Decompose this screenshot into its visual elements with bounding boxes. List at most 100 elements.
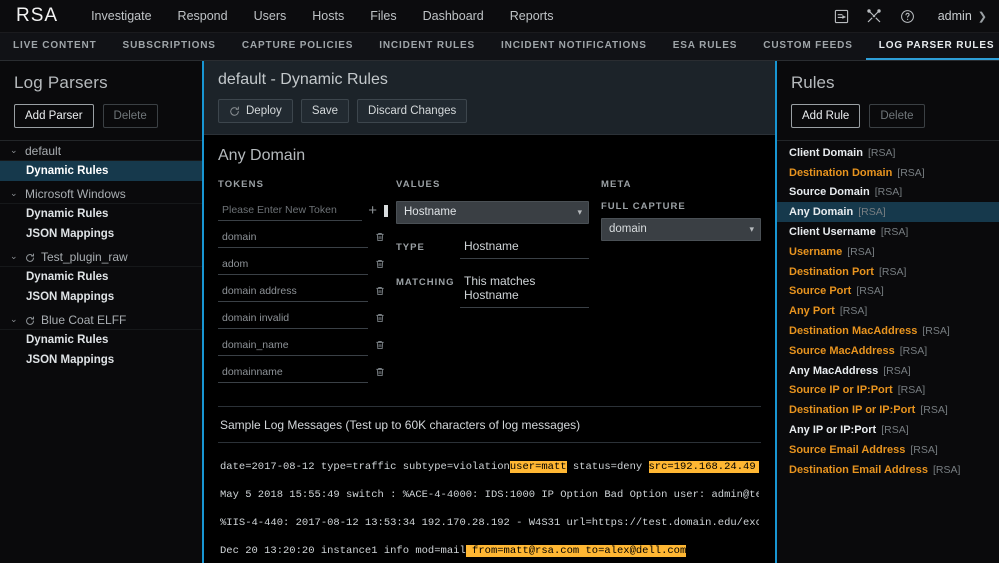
meta-section-label: META <box>601 179 761 190</box>
rule-source-tag: [RSA] <box>898 384 925 396</box>
rule-list-item[interactable]: Destination Port[RSA] <box>777 262 999 282</box>
main-nav: InvestigateRespondUsersHostsFilesDashboa… <box>78 0 566 32</box>
rule-list-item[interactable]: Destination MacAddress[RSA] <box>777 321 999 341</box>
nav-item-reports[interactable]: Reports <box>497 0 567 33</box>
token-input[interactable] <box>218 309 368 329</box>
trash-icon[interactable] <box>374 339 388 353</box>
token-row <box>218 336 388 356</box>
token-input[interactable] <box>218 282 368 302</box>
help-icon[interactable] <box>899 8 916 25</box>
rule-source-tag: [RSA] <box>881 226 908 238</box>
token-input[interactable] <box>218 228 368 248</box>
delete-parser-button[interactable]: Delete <box>103 104 158 128</box>
delete-rule-button[interactable]: Delete <box>869 104 924 128</box>
configure-icon[interactable] <box>866 8 883 25</box>
rule-source-tag: [RSA] <box>847 246 874 258</box>
tab-live-content[interactable]: LIVE CONTENT <box>0 33 110 60</box>
rule-list-item[interactable]: Destination Domain[RSA] <box>777 163 999 183</box>
rule-source-tag: [RSA] <box>858 206 885 218</box>
chevron-down-icon: ▾ <box>749 224 754 235</box>
full-capture-select[interactable]: domain ▾ <box>601 218 761 241</box>
rule-list-item[interactable]: Client Domain[RSA] <box>777 143 999 163</box>
rule-list-item[interactable]: Source Domain[RSA] <box>777 183 999 203</box>
tab-capture-policies[interactable]: CAPTURE POLICIES <box>229 33 366 60</box>
nav-item-dashboard[interactable]: Dashboard <box>410 0 497 33</box>
rule-name: Any IP or IP:Port <box>789 424 876 436</box>
token-row <box>218 363 388 383</box>
deploy-button[interactable]: Deploy <box>218 99 293 123</box>
tab-subscriptions[interactable]: SUBSCRIPTIONS <box>110 33 229 60</box>
token-row <box>218 309 388 329</box>
tasks-icon[interactable] <box>833 8 850 25</box>
matching-value[interactable]: This matches Hostname <box>460 273 589 308</box>
chevron-down-icon: ⌄ <box>10 251 19 262</box>
trash-icon[interactable] <box>374 258 388 272</box>
parser-item-json-mappings[interactable]: JSON Mappings <box>0 350 202 370</box>
page-body: Log Parsers Add Parser Delete ⌄defaultDy… <box>0 61 999 563</box>
rule-list-item[interactable]: Any MacAddress[RSA] <box>777 361 999 381</box>
log-line: Dec 20 13:20:20 instance1 info mod=mail … <box>220 537 759 563</box>
token-input[interactable] <box>218 363 368 383</box>
trash-icon[interactable] <box>374 231 388 245</box>
rule-list-item[interactable]: Source Port[RSA] <box>777 282 999 302</box>
rule-list-item[interactable]: Any Port[RSA] <box>777 301 999 321</box>
tab-incident-notifications[interactable]: INCIDENT NOTIFICATIONS <box>488 33 660 60</box>
rule-list-item[interactable]: Destination IP or IP:Port [RSA] <box>777 400 999 420</box>
user-menu[interactable]: admin ❯ <box>932 9 987 23</box>
rule-list-item[interactable]: Source MacAddress[RSA] <box>777 341 999 361</box>
add-parser-button[interactable]: Add Parser <box>14 104 94 128</box>
rules-actions: Add Rule Delete <box>777 93 999 140</box>
trash-icon[interactable] <box>374 312 388 326</box>
rule-title-bar: Any Domain <box>204 134 775 175</box>
tab-log-parser-rules[interactable]: LOG PARSER RULES <box>866 33 999 60</box>
token-input[interactable] <box>218 255 368 275</box>
rule-name: Destination IP or IP:Port <box>789 404 915 416</box>
trash-icon[interactable] <box>374 366 388 380</box>
parser-group-microsoft-windows[interactable]: ⌄Microsoft Windows <box>0 184 202 204</box>
rule-list-item[interactable]: Any Domain[RSA] <box>777 202 999 222</box>
parser-item-dynamic-rules[interactable]: Dynamic Rules <box>0 161 202 181</box>
full-capture-label: FULL CAPTURE <box>601 201 761 212</box>
rule-list-item[interactable]: Source IP or IP:Port[RSA] <box>777 381 999 401</box>
discard-changes-button[interactable]: Discard Changes <box>357 99 467 123</box>
nav-item-users[interactable]: Users <box>241 0 300 33</box>
type-label: TYPE <box>396 238 460 253</box>
parser-item-dynamic-rules[interactable]: Dynamic Rules <box>0 267 202 287</box>
parser-group-test_plugin_raw[interactable]: ⌄Test_plugin_raw <box>0 247 202 267</box>
parser-item-json-mappings[interactable]: JSON Mappings <box>0 224 202 244</box>
token-input[interactable] <box>218 336 368 356</box>
nav-item-respond[interactable]: Respond <box>165 0 241 33</box>
rule-source-tag: [RSA] <box>920 404 947 416</box>
nav-item-investigate[interactable]: Investigate <box>78 0 164 33</box>
rule-source-tag: [RSA] <box>879 266 906 278</box>
tab-custom-feeds[interactable]: CUSTOM FEEDS <box>750 33 865 60</box>
trash-icon[interactable] <box>374 285 388 299</box>
rule-list-item[interactable]: Destination Email Address[RSA] <box>777 460 999 480</box>
parser-group-blue-coat-elff[interactable]: ⌄Blue Coat ELFF <box>0 310 202 330</box>
rule-list-item[interactable]: Client Username[RSA] <box>777 222 999 242</box>
tree-spacer <box>0 370 202 373</box>
parser-item-json-mappings[interactable]: JSON Mappings <box>0 287 202 307</box>
tab-incident-rules[interactable]: INCIDENT RULES <box>366 33 488 60</box>
save-button[interactable]: Save <box>301 99 349 123</box>
rule-list-item[interactable]: Source Email Address[RSA] <box>777 440 999 460</box>
tokens-column: TOKENS + <box>218 179 388 390</box>
nav-item-hosts[interactable]: Hosts <box>299 0 357 33</box>
parser-group-default[interactable]: ⌄default <box>0 141 202 161</box>
sample-log-textarea[interactable]: date=2017-08-12 type=traffic subtype=vio… <box>218 443 761 563</box>
parser-item-dynamic-rules[interactable]: Dynamic Rules <box>0 204 202 224</box>
rule-list-item[interactable]: Any IP or IP:Port[RSA] <box>777 420 999 440</box>
parser-item-dynamic-rules[interactable]: Dynamic Rules <box>0 330 202 350</box>
type-value[interactable]: Hostname <box>460 238 589 259</box>
rule-list-item[interactable]: Username[RSA] <box>777 242 999 262</box>
value-select[interactable]: Hostname ▾ <box>396 201 589 224</box>
sub-navbar: LIVE CONTENTSUBSCRIPTIONSCAPTURE POLICIE… <box>0 33 999 61</box>
add-rule-button[interactable]: Add Rule <box>791 104 860 128</box>
log-parsers-panel: Log Parsers Add Parser Delete ⌄defaultDy… <box>0 61 204 563</box>
nav-item-files[interactable]: Files <box>357 0 409 33</box>
tab-esa-rules[interactable]: ESA RULES <box>660 33 751 60</box>
add-token-icon[interactable]: + <box>368 205 377 217</box>
new-token-input[interactable] <box>218 201 362 221</box>
rule-name: Any MacAddress <box>789 365 878 377</box>
values-column: VALUES Hostname ▾ TYPE Hostname MATCHING… <box>388 179 589 390</box>
